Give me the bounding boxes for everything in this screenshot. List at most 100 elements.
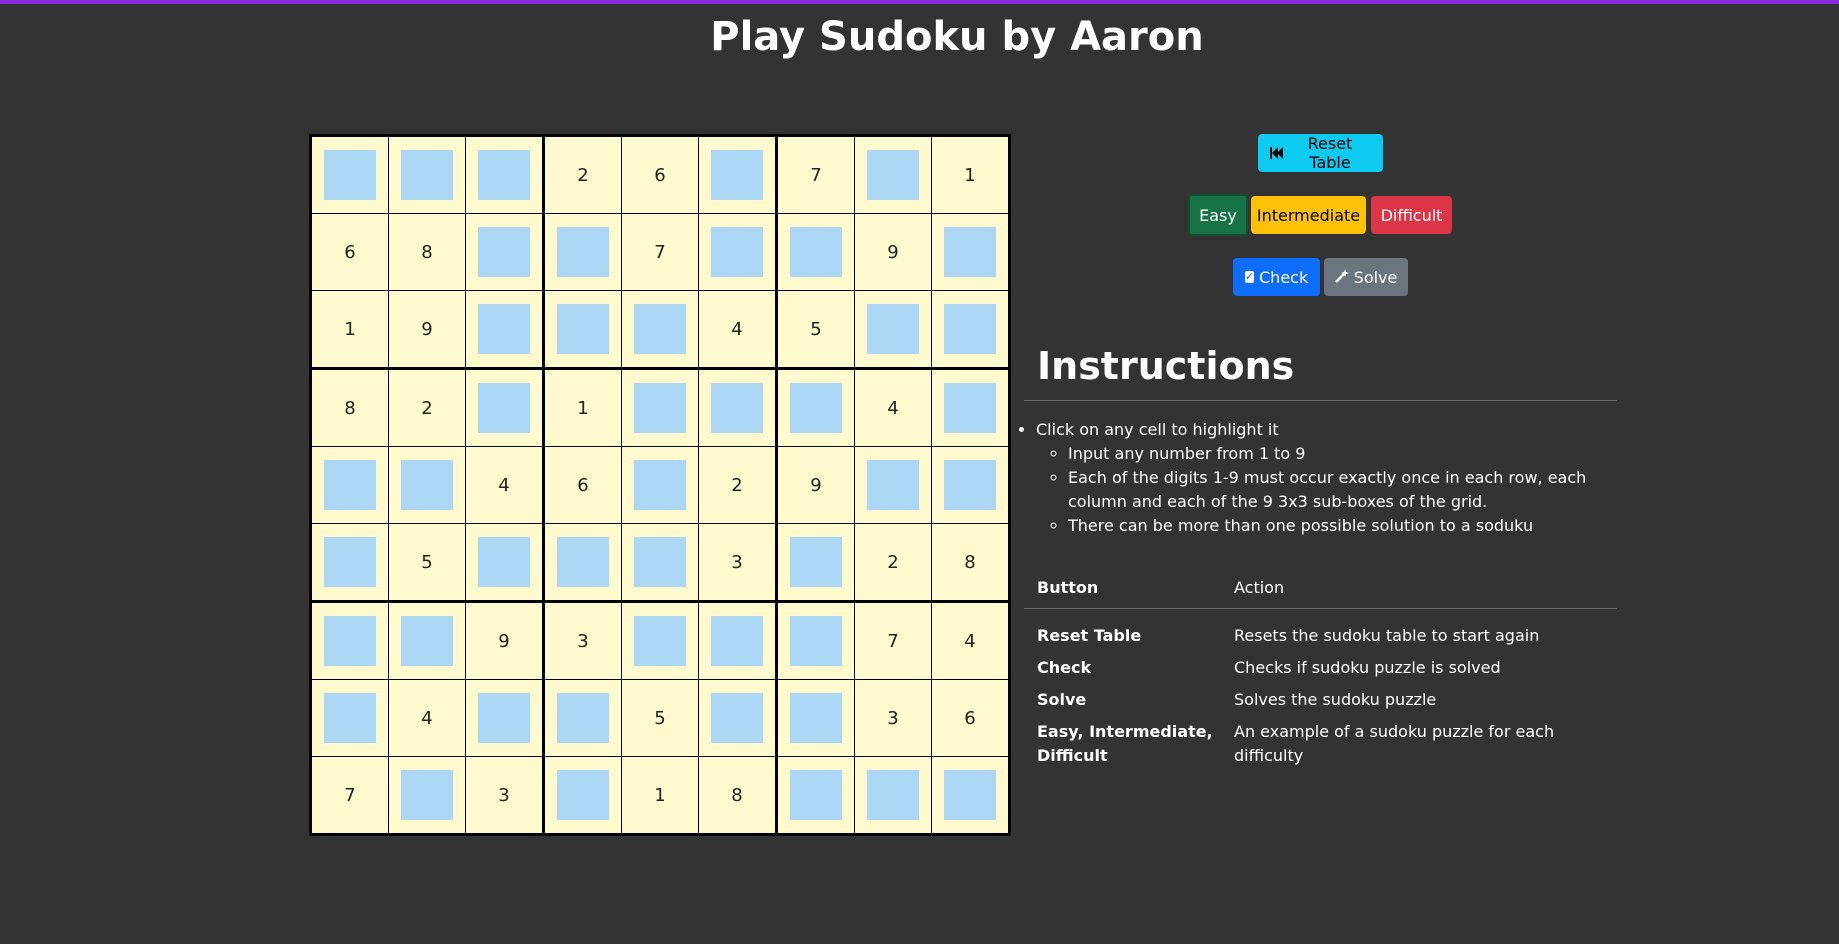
sudoku-cell[interactable] (542, 679, 622, 757)
empty-cell-input[interactable] (401, 460, 453, 510)
sudoku-cell[interactable] (931, 756, 1010, 835)
sudoku-cell[interactable] (310, 446, 389, 524)
empty-cell-input[interactable] (557, 304, 609, 354)
sudoku-cell[interactable] (621, 523, 699, 602)
sudoku-cell[interactable]: 9 (854, 213, 932, 291)
sudoku-cell[interactable]: 8 (698, 756, 777, 835)
empty-cell-input[interactable] (478, 537, 530, 587)
sudoku-cell[interactable]: 8 (310, 367, 389, 447)
sudoku-cell[interactable]: 6 (542, 446, 622, 524)
empty-cell-input[interactable] (557, 227, 609, 277)
sudoku-cell[interactable]: 9 (465, 600, 544, 680)
sudoku-cell[interactable] (775, 600, 855, 680)
sudoku-cell[interactable] (465, 213, 544, 291)
empty-cell-input[interactable] (478, 383, 530, 433)
sudoku-cell[interactable] (542, 290, 622, 369)
empty-cell-input[interactable] (634, 537, 686, 587)
sudoku-cell[interactable] (465, 679, 544, 757)
sudoku-cell[interactable] (621, 600, 699, 680)
sudoku-cell[interactable]: 1 (310, 290, 389, 369)
sudoku-cell[interactable] (775, 523, 855, 602)
sudoku-cell[interactable] (388, 446, 466, 524)
sudoku-cell[interactable]: 4 (698, 290, 777, 369)
sudoku-cell[interactable] (542, 523, 622, 602)
sudoku-cell[interactable]: 2 (698, 446, 777, 524)
sudoku-cell[interactable]: 2 (542, 135, 622, 214)
sudoku-cell[interactable]: 2 (854, 523, 932, 602)
empty-cell-input[interactable] (478, 304, 530, 354)
empty-cell-input[interactable] (790, 537, 842, 587)
sudoku-cell[interactable]: 1 (621, 756, 699, 835)
empty-cell-input[interactable] (944, 304, 996, 354)
empty-cell-input[interactable] (711, 227, 763, 277)
empty-cell-input[interactable] (401, 770, 453, 820)
empty-cell-input[interactable] (478, 693, 530, 743)
sudoku-cell[interactable] (854, 135, 932, 214)
reset-table-button[interactable]: Reset Table (1258, 134, 1383, 172)
sudoku-cell[interactable] (465, 523, 544, 602)
sudoku-cell[interactable] (775, 213, 855, 291)
sudoku-cell[interactable]: 1 (931, 135, 1010, 214)
empty-cell-input[interactable] (401, 150, 453, 200)
sudoku-cell[interactable]: 7 (621, 213, 699, 291)
intermediate-button[interactable]: Intermediate (1251, 196, 1366, 234)
sudoku-cell[interactable] (621, 367, 699, 447)
empty-cell-input[interactable] (634, 304, 686, 354)
sudoku-cell[interactable]: 6 (621, 135, 699, 214)
empty-cell-input[interactable] (557, 770, 609, 820)
sudoku-cell[interactable] (698, 367, 777, 447)
empty-cell-input[interactable] (634, 616, 686, 666)
empty-cell-input[interactable] (790, 383, 842, 433)
sudoku-cell[interactable] (854, 290, 932, 369)
check-button[interactable]: ✓ Check (1233, 258, 1320, 296)
sudoku-cell[interactable]: 8 (931, 523, 1010, 602)
solve-button[interactable]: Solve (1324, 258, 1408, 296)
sudoku-cell[interactable]: 7 (854, 600, 932, 680)
sudoku-cell[interactable]: 9 (775, 446, 855, 524)
empty-cell-input[interactable] (324, 460, 376, 510)
sudoku-cell[interactable] (931, 367, 1010, 447)
empty-cell-input[interactable] (944, 383, 996, 433)
sudoku-cell[interactable] (775, 367, 855, 447)
empty-cell-input[interactable] (867, 150, 919, 200)
sudoku-cell[interactable]: 2 (388, 367, 466, 447)
empty-cell-input[interactable] (711, 693, 763, 743)
empty-cell-input[interactable] (867, 304, 919, 354)
empty-cell-input[interactable] (324, 537, 376, 587)
sudoku-cell[interactable] (542, 213, 622, 291)
sudoku-cell[interactable] (698, 213, 777, 291)
empty-cell-input[interactable] (634, 383, 686, 433)
sudoku-cell[interactable]: 4 (388, 679, 466, 757)
sudoku-cell[interactable] (931, 290, 1010, 369)
empty-cell-input[interactable] (478, 227, 530, 277)
sudoku-cell[interactable]: 6 (310, 213, 389, 291)
sudoku-cell[interactable] (310, 679, 389, 757)
empty-cell-input[interactable] (944, 770, 996, 820)
empty-cell-input[interactable] (324, 616, 376, 666)
sudoku-cell[interactable] (775, 679, 855, 757)
sudoku-cell[interactable] (931, 446, 1010, 524)
empty-cell-input[interactable] (867, 770, 919, 820)
sudoku-cell[interactable]: 8 (388, 213, 466, 291)
empty-cell-input[interactable] (711, 383, 763, 433)
sudoku-cell[interactable]: 4 (854, 367, 932, 447)
sudoku-cell[interactable] (854, 446, 932, 524)
empty-cell-input[interactable] (867, 460, 919, 510)
sudoku-cell[interactable]: 9 (388, 290, 466, 369)
sudoku-cell[interactable]: 5 (388, 523, 466, 602)
sudoku-cell[interactable] (542, 756, 622, 835)
empty-cell-input[interactable] (790, 227, 842, 277)
sudoku-cell[interactable]: 7 (775, 135, 855, 214)
sudoku-cell[interactable]: 1 (542, 367, 622, 447)
sudoku-cell[interactable] (310, 523, 389, 602)
sudoku-cell[interactable] (388, 600, 466, 680)
sudoku-cell[interactable] (621, 446, 699, 524)
sudoku-cell[interactable]: 4 (931, 600, 1010, 680)
empty-cell-input[interactable] (790, 770, 842, 820)
sudoku-cell[interactable] (698, 600, 777, 680)
sudoku-cell[interactable]: 3 (542, 600, 622, 680)
empty-cell-input[interactable] (557, 537, 609, 587)
empty-cell-input[interactable] (557, 693, 609, 743)
empty-cell-input[interactable] (944, 460, 996, 510)
easy-button[interactable]: Easy (1188, 194, 1248, 236)
